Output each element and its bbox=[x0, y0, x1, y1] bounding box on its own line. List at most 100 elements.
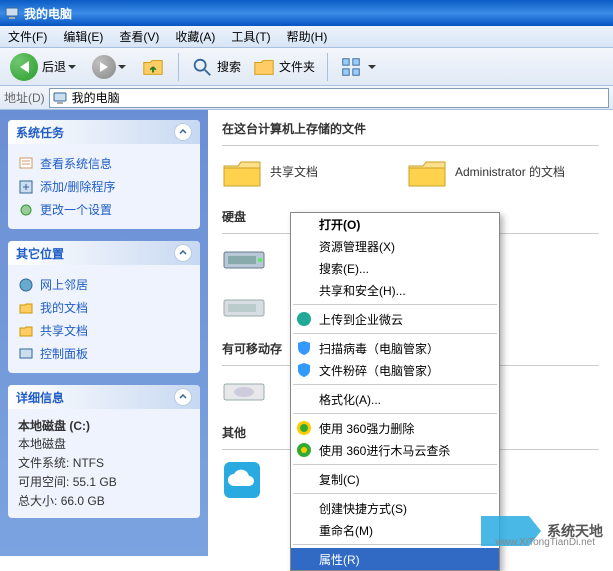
task-label: 更改一个设置 bbox=[40, 201, 112, 218]
ctx-search[interactable]: 搜索(E)... bbox=[291, 257, 499, 279]
folders-icon bbox=[253, 56, 275, 78]
ctx-separator bbox=[293, 384, 497, 385]
panel-other-places: 其它位置 网上邻居 我的文档 共享文档 控制面板 bbox=[8, 241, 200, 373]
ctx-share-security[interactable]: 共享和安全(H)... bbox=[291, 279, 499, 301]
menu-help[interactable]: 帮助(H) bbox=[279, 28, 336, 45]
wework-icon bbox=[295, 310, 313, 328]
titlebar: 我的电脑 bbox=[0, 0, 613, 26]
dropdown-icon bbox=[368, 65, 376, 69]
item-label: Administrator 的文档 bbox=[455, 165, 565, 181]
folder-admin-docs[interactable]: Administrator 的文档 bbox=[407, 156, 572, 190]
shield-icon bbox=[295, 339, 313, 357]
task-view-sysinfo[interactable]: 查看系统信息 bbox=[18, 152, 190, 175]
collapse-icon bbox=[174, 123, 192, 141]
detail-heading: 本地磁盘 (C:) bbox=[18, 417, 190, 434]
ctx-shred[interactable]: 文件粉碎（电脑管家） bbox=[291, 359, 499, 381]
context-menu: 打开(O) 资源管理器(X) 搜索(E)... 共享和安全(H)... 上传到企… bbox=[290, 212, 500, 571]
panel-header[interactable]: 详细信息 bbox=[8, 385, 200, 409]
search-label: 搜索 bbox=[217, 58, 241, 75]
panel-header[interactable]: 系统任务 bbox=[8, 120, 200, 144]
task-label: 添加/删除程序 bbox=[40, 178, 115, 195]
address-label: 地址(D) bbox=[4, 89, 45, 106]
controlpanel-icon bbox=[18, 346, 34, 362]
panel-title: 系统任务 bbox=[16, 124, 64, 141]
ctx-upload-wework[interactable]: 上传到企业微云 bbox=[291, 308, 499, 330]
ctx-360-cloudscan[interactable]: 使用 360进行木马云查杀 bbox=[291, 439, 499, 461]
dropdown-icon bbox=[68, 65, 76, 69]
folder-up-icon bbox=[142, 56, 164, 78]
drive-icon bbox=[222, 292, 266, 322]
nav-forward-button[interactable] bbox=[86, 53, 132, 81]
watermark-url: www.XiTongTianDi.net bbox=[495, 537, 595, 548]
panel-title: 其它位置 bbox=[16, 245, 64, 262]
ctx-360-forcedel[interactable]: 使用 360强力删除 bbox=[291, 417, 499, 439]
folder-icon bbox=[407, 156, 447, 190]
nav-up-button[interactable] bbox=[136, 54, 170, 80]
detail-fs: 文件系统: NTFS bbox=[18, 453, 190, 472]
ctx-open[interactable]: 打开(O) bbox=[291, 213, 499, 235]
settings-icon bbox=[18, 202, 34, 218]
ctx-shortcut[interactable]: 创建快捷方式(S) bbox=[291, 497, 499, 519]
ctx-separator bbox=[293, 304, 497, 305]
address-bar: 地址(D) 我的电脑 bbox=[0, 86, 613, 110]
network-icon bbox=[18, 277, 34, 293]
menu-favorites[interactable]: 收藏(A) bbox=[167, 28, 223, 45]
collapse-icon bbox=[174, 244, 192, 262]
ctx-copy[interactable]: 复制(C) bbox=[291, 468, 499, 490]
mydocs-icon bbox=[18, 300, 34, 316]
place-network[interactable]: 网上邻居 bbox=[18, 273, 190, 296]
optical-drive-icon bbox=[222, 376, 266, 406]
views-icon bbox=[340, 56, 362, 78]
ctx-format[interactable]: 格式化(A)... bbox=[291, 388, 499, 410]
search-icon bbox=[191, 56, 213, 78]
separator bbox=[178, 53, 179, 81]
ctx-separator bbox=[293, 493, 497, 494]
panel-details: 详细信息 本地磁盘 (C:) 本地磁盘 文件系统: NTFS 可用空间: 55.… bbox=[8, 385, 200, 518]
ctx-scan-virus[interactable]: 扫描病毒（电脑管家） bbox=[291, 337, 499, 359]
task-change-setting[interactable]: 更改一个设置 bbox=[18, 198, 190, 221]
watermark: 系统天地 www.XiTongTianDi.net bbox=[481, 516, 603, 546]
nav-back-button[interactable]: 后退 bbox=[4, 51, 82, 83]
ctx-properties[interactable]: 属性(R) bbox=[291, 548, 499, 570]
address-value: 我的电脑 bbox=[72, 89, 120, 106]
separator bbox=[327, 53, 328, 81]
dropdown-icon bbox=[118, 65, 126, 69]
search-button[interactable]: 搜索 bbox=[187, 54, 245, 80]
360-icon bbox=[295, 441, 313, 459]
folder-shared-docs[interactable]: 共享文档 bbox=[222, 156, 387, 190]
task-add-remove[interactable]: 添加/删除程序 bbox=[18, 175, 190, 198]
ctx-separator bbox=[293, 333, 497, 334]
cloud-icon bbox=[222, 460, 262, 500]
shield-icon bbox=[295, 361, 313, 379]
ctx-separator bbox=[293, 464, 497, 465]
panel-header[interactable]: 其它位置 bbox=[8, 241, 200, 265]
views-button[interactable] bbox=[336, 54, 380, 80]
menu-tools[interactable]: 工具(T) bbox=[223, 28, 278, 45]
back-arrow-icon bbox=[10, 53, 38, 81]
place-shared[interactable]: 共享文档 bbox=[18, 319, 190, 342]
place-label: 我的文档 bbox=[40, 299, 88, 316]
folders-label: 文件夹 bbox=[279, 58, 315, 75]
collapse-icon bbox=[174, 388, 192, 406]
ctx-separator bbox=[293, 413, 497, 414]
menu-view[interactable]: 查看(V) bbox=[111, 28, 167, 45]
folders-button[interactable]: 文件夹 bbox=[249, 54, 319, 80]
folder-icon bbox=[222, 156, 262, 190]
place-controlpanel[interactable]: 控制面板 bbox=[18, 342, 190, 365]
mycomputer-icon bbox=[4, 5, 20, 21]
ctx-explorer[interactable]: 资源管理器(X) bbox=[291, 235, 499, 257]
panel-title: 详细信息 bbox=[16, 389, 64, 406]
ctx-rename[interactable]: 重命名(M) bbox=[291, 519, 499, 541]
nav-back-label: 后退 bbox=[42, 58, 66, 75]
section-files-header: 在这台计算机上存储的文件 bbox=[222, 120, 599, 137]
place-label: 共享文档 bbox=[40, 322, 88, 339]
address-field[interactable]: 我的电脑 bbox=[49, 88, 609, 108]
menu-file[interactable]: 文件(F) bbox=[0, 28, 55, 45]
panel-system-tasks: 系统任务 查看系统信息 添加/删除程序 更改一个设置 bbox=[8, 120, 200, 229]
item-label: 共享文档 bbox=[270, 165, 318, 181]
place-mydocs[interactable]: 我的文档 bbox=[18, 296, 190, 319]
ctx-separator bbox=[293, 544, 497, 545]
toolbar: 后退 搜索 文件夹 bbox=[0, 48, 613, 86]
menu-edit[interactable]: 编辑(E) bbox=[55, 28, 111, 45]
detail-free: 可用空间: 55.1 GB bbox=[18, 472, 190, 491]
